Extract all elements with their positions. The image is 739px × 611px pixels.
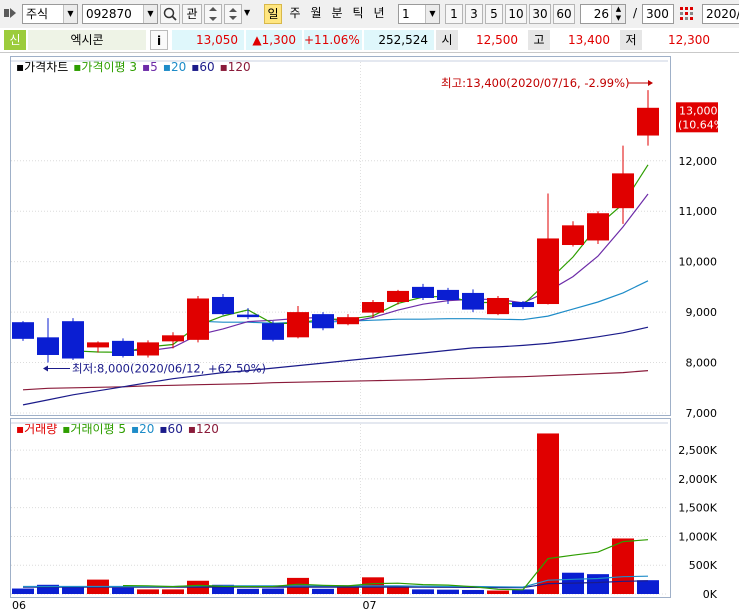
volume-bar (462, 589, 484, 594)
candle (162, 335, 184, 342)
candle (212, 296, 234, 315)
candle (487, 297, 509, 315)
low-annotation: 최저:8,000(2020/06/12, +62.50%) (72, 362, 266, 376)
candle (612, 173, 634, 209)
y-tick-label: 10,000 (679, 256, 718, 269)
volume-bar (12, 588, 34, 594)
candle (37, 337, 59, 355)
candle (137, 342, 159, 356)
candle (562, 225, 584, 246)
y-tick-label: 1,000K (678, 530, 717, 543)
volume-bar (312, 588, 334, 594)
candle (87, 342, 109, 348)
volume-bar (537, 433, 559, 594)
volume-bar (412, 589, 434, 594)
candle (62, 321, 84, 359)
candle (537, 238, 559, 305)
candle (12, 322, 34, 339)
volume-bar (587, 574, 609, 594)
candle (187, 298, 209, 340)
volume-bar (62, 587, 84, 594)
candle (262, 323, 284, 340)
candle (287, 312, 309, 338)
high-arrow-head (648, 80, 653, 86)
volume-bar (612, 538, 634, 594)
x-tick-label: 07 (363, 599, 377, 611)
price-ma-3-line (72, 164, 649, 353)
volume-bar (262, 588, 284, 594)
candle (412, 286, 434, 298)
y-tick-label: 1,500K (678, 502, 717, 515)
volume-bar (137, 589, 159, 594)
candle (637, 107, 659, 136)
low-arrow-head (43, 365, 48, 372)
candle (437, 289, 459, 300)
y-tick-label: 7,000 (686, 407, 718, 420)
candle (512, 302, 534, 308)
x-tick-label: 06 (12, 599, 26, 611)
high-annotation: 최고:13,400(2020/07/16, -2.99%) (441, 76, 630, 90)
candle (112, 340, 134, 356)
chart-canvas: 7,000 8,000 9,000 10,000 11,000 12,000 0K 500K 1… (11, 60, 729, 611)
volume-bar (487, 590, 509, 594)
y-tick-label: 2,500K (678, 444, 717, 457)
y-tick-label: 8,000 (686, 357, 718, 370)
candle (337, 317, 359, 325)
y-tick-label: 0K (703, 588, 718, 601)
volume-bar (237, 588, 259, 594)
y-tick-label: 500K (689, 559, 718, 572)
candle (362, 302, 384, 313)
current-price-label: 13,000 (679, 104, 718, 117)
volume-bar (637, 580, 659, 594)
candle (587, 213, 609, 241)
candle (237, 314, 259, 318)
candle (387, 290, 409, 303)
volume-bar (437, 589, 459, 594)
volume-bar (387, 586, 409, 594)
volume-bar (162, 589, 184, 594)
y-tick-label: 11,000 (679, 205, 718, 218)
volume-bar (112, 587, 134, 594)
y-tick-label: 12,000 (679, 155, 718, 168)
current-pct-label: (10.64%) (678, 118, 729, 131)
candle (462, 292, 484, 310)
y-tick-label: 9,000 (686, 306, 718, 319)
candle (312, 314, 334, 329)
y-tick-label: 2,000K (678, 473, 717, 486)
